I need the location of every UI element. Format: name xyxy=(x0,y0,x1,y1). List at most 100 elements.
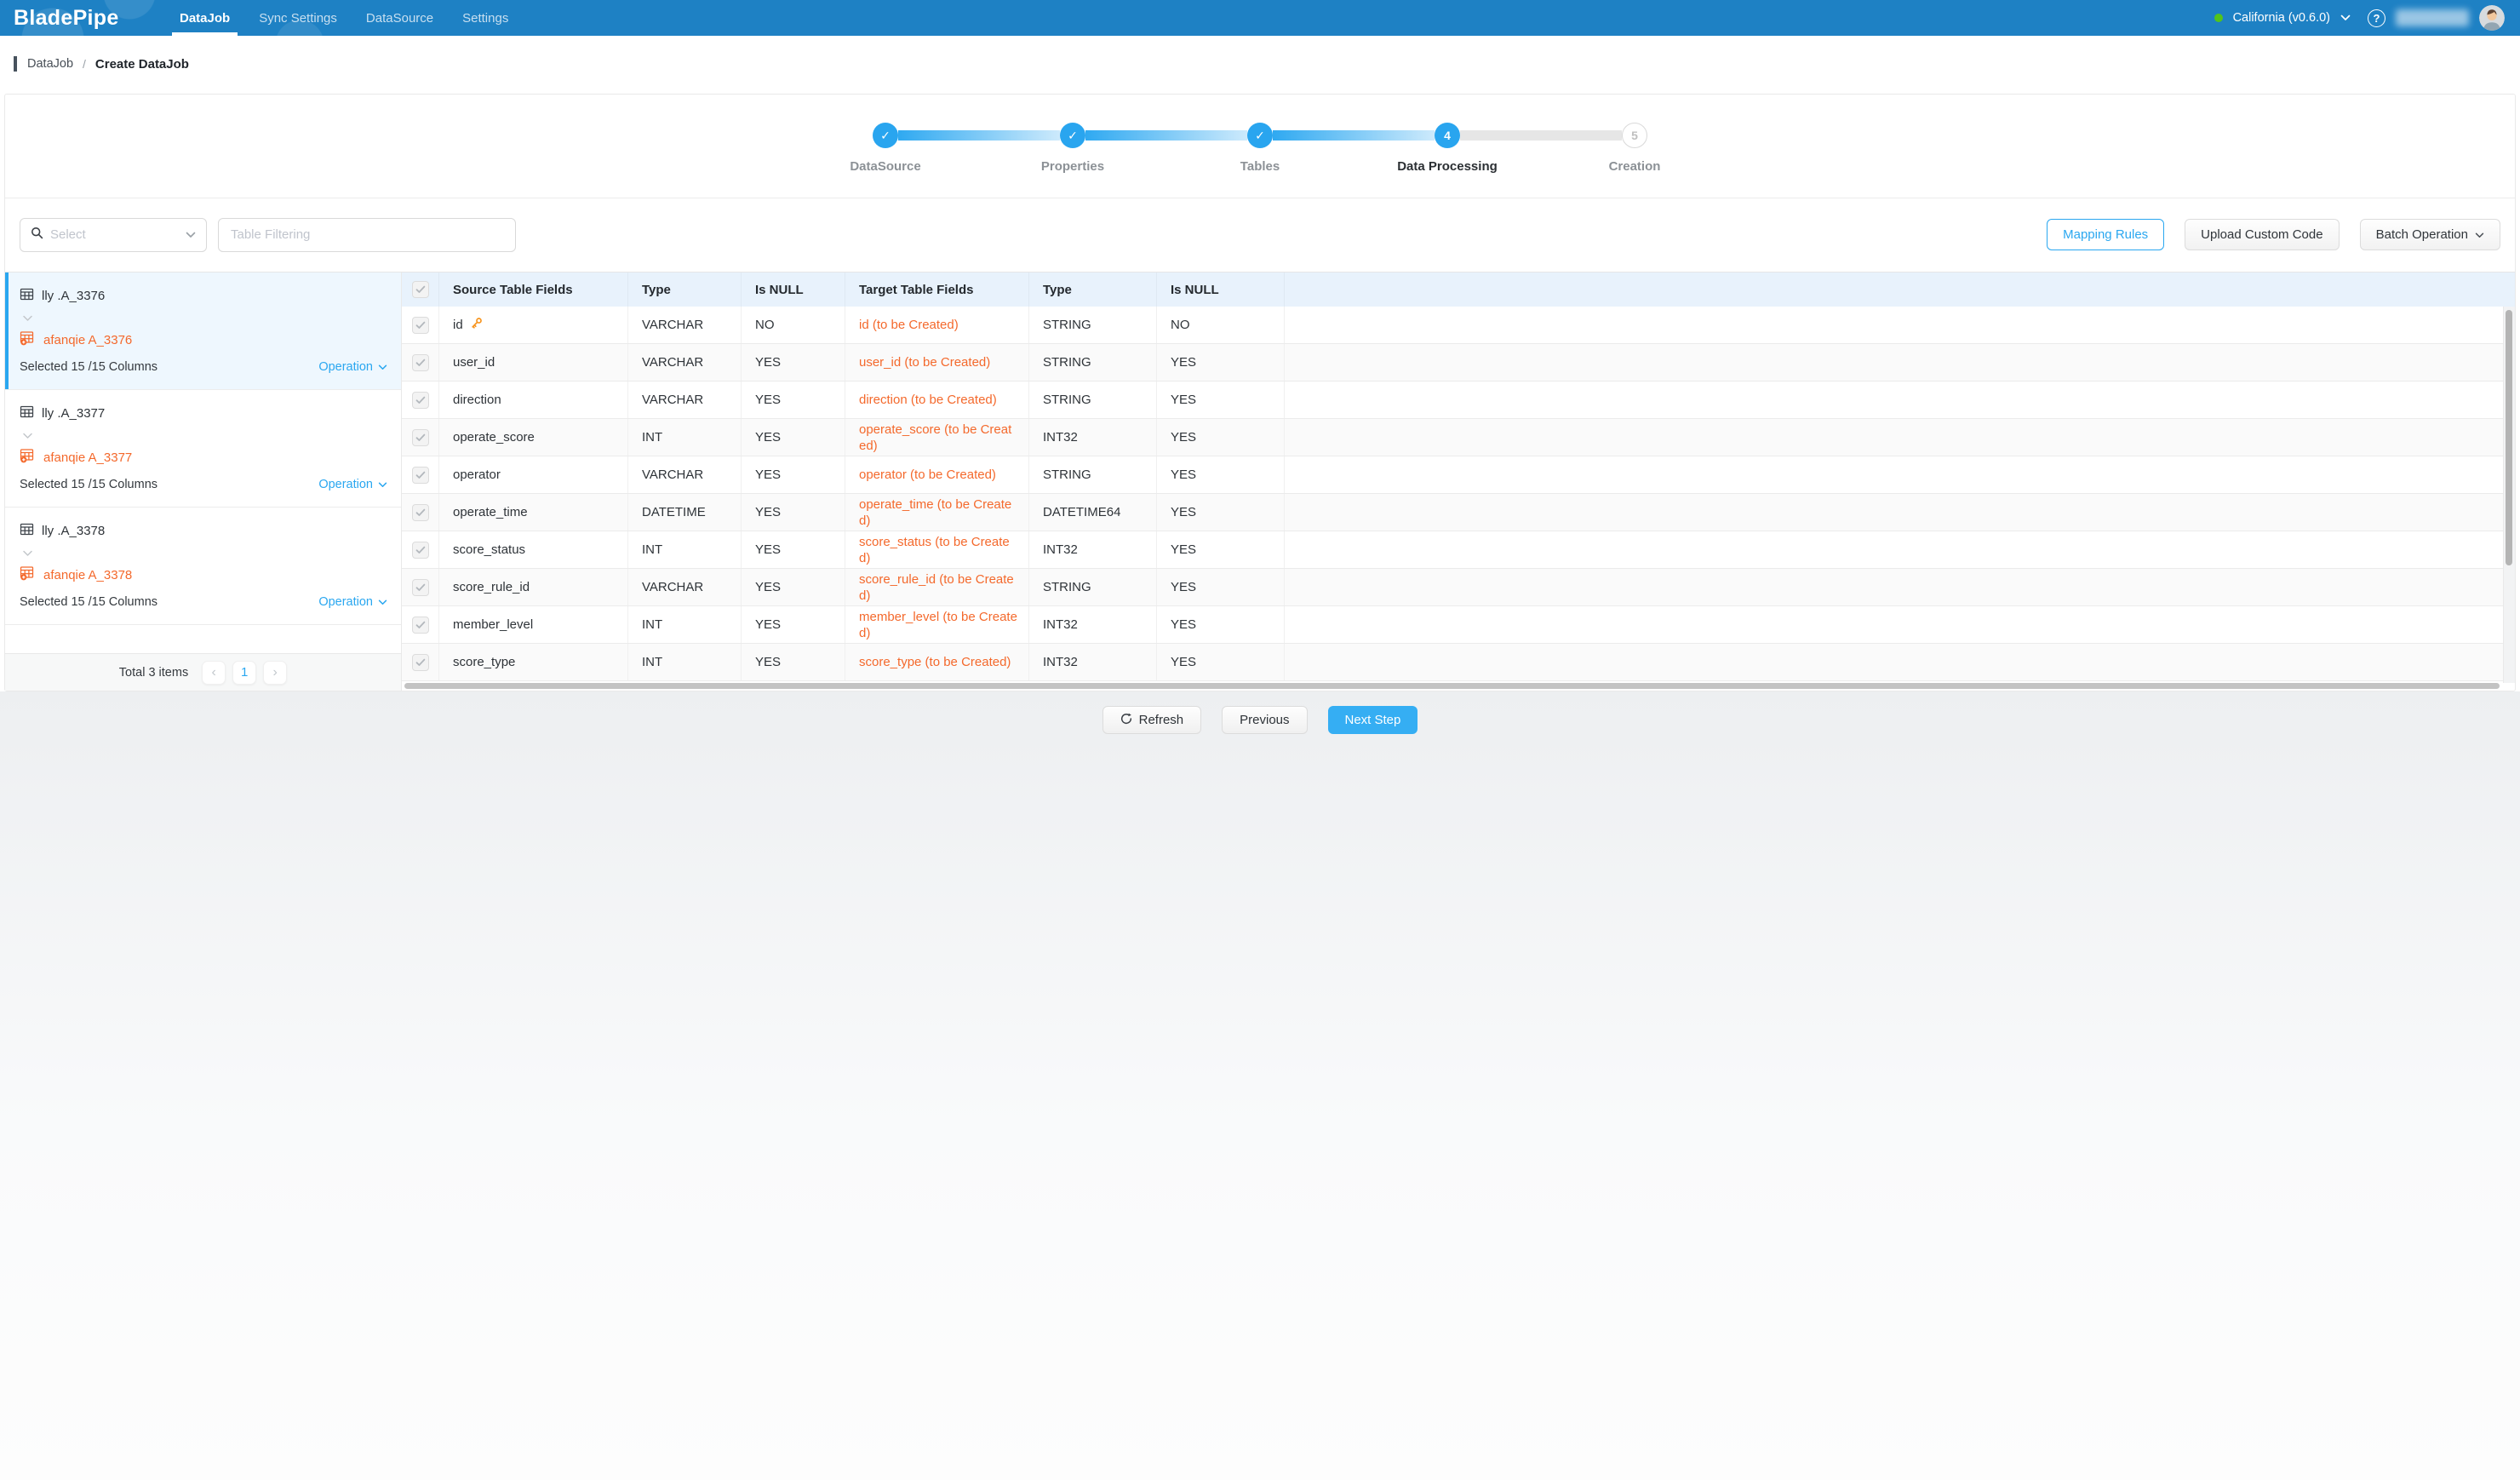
primary-key-icon xyxy=(470,317,483,333)
column-header-target-table-fields: Target Table Fields xyxy=(845,272,1029,307)
table-select-dropdown[interactable]: Select xyxy=(20,218,207,252)
target-null-cell: YES xyxy=(1157,381,1285,418)
target-null-cell: YES xyxy=(1157,606,1285,643)
search-icon xyxy=(31,227,43,244)
source-field-cell: member_level xyxy=(439,606,628,643)
table-pair-item[interactable]: lly .A_3377afanqie A_3377Selected 15 /15… xyxy=(5,390,401,508)
bottom-bar: Refresh Previous Next Step xyxy=(0,691,2520,1480)
map-direction-chevron-icon[interactable] xyxy=(22,311,387,326)
row-checkbox[interactable] xyxy=(412,467,429,484)
step-label-creation: Creation xyxy=(1541,159,1728,174)
table-row: idVARCHARNOid (to be Created)STRINGNO xyxy=(402,307,2515,344)
step-connector xyxy=(1273,130,1435,141)
table-filter-input[interactable] xyxy=(218,218,516,252)
region-selector[interactable]: California (v0.6.0) xyxy=(2233,11,2330,25)
page-next-button[interactable]: › xyxy=(263,661,287,685)
nav-tab-settings[interactable]: Settings xyxy=(448,0,523,36)
select-all-checkbox[interactable] xyxy=(412,281,429,298)
navbar: BladePipe DataJobSync SettingsDataSource… xyxy=(0,0,2520,36)
table-row: operatorVARCHARYESoperator (to be Create… xyxy=(402,456,2515,494)
target-type-cell: STRING xyxy=(1029,307,1157,343)
row-checkbox[interactable] xyxy=(412,542,429,559)
row-checkbox[interactable] xyxy=(412,392,429,409)
table-row: operate_scoreINTYESoperate_score (to be … xyxy=(402,419,2515,456)
table-pair-item[interactable]: lly .A_3376afanqie A_3376Selected 15 /15… xyxy=(5,272,401,390)
vertical-scrollbar[interactable] xyxy=(2506,310,2512,565)
step-number: 5 xyxy=(1622,123,1647,148)
refresh-button[interactable]: Refresh xyxy=(1102,706,1202,734)
upload-custom-code-button[interactable]: Upload Custom Code xyxy=(2185,219,2339,250)
map-direction-chevron-icon[interactable] xyxy=(22,428,387,444)
source-type-cell: INT xyxy=(628,644,742,680)
checkbox-cell xyxy=(402,344,439,381)
target-null-cell: YES xyxy=(1157,531,1285,568)
step-label-datasource: DataSource xyxy=(792,159,979,174)
target-null-cell: YES xyxy=(1157,344,1285,381)
source-table-icon xyxy=(20,287,34,305)
checkbox-cell xyxy=(402,494,439,531)
selected-columns-count: Selected 15 /15 Columns xyxy=(20,478,158,491)
row-checkbox[interactable] xyxy=(412,354,429,371)
checkbox-cell xyxy=(402,569,439,605)
step-connector xyxy=(1085,130,1247,141)
nav-tab-datasource[interactable]: DataSource xyxy=(352,0,448,36)
stepper-labels: DataSourcePropertiesTablesData Processin… xyxy=(873,159,1647,176)
refresh-icon xyxy=(1120,713,1132,728)
row-checkbox[interactable] xyxy=(412,654,429,671)
toolbar: Select Mapping Rules Upload Custom Code … xyxy=(5,198,2515,271)
operation-dropdown[interactable]: Operation xyxy=(318,360,387,374)
table-row: member_levelINTYESmember_level (to be Cr… xyxy=(402,606,2515,644)
source-null-cell: YES xyxy=(742,606,845,643)
map-direction-chevron-icon[interactable] xyxy=(22,546,387,561)
target-type-cell: STRING xyxy=(1029,381,1157,418)
target-field-cell: direction (to be Created) xyxy=(845,381,1029,418)
step-check-icon: ✓ xyxy=(1247,123,1273,148)
step-number: 4 xyxy=(1435,123,1460,148)
mapping-rules-button[interactable]: Mapping Rules xyxy=(2047,219,2164,250)
step-check-icon: ✓ xyxy=(1060,123,1085,148)
breadcrumb-accent-bar xyxy=(14,56,17,72)
nav-tabs: DataJobSync SettingsDataSourceSettings xyxy=(165,0,523,36)
breadcrumb: DataJob / Create DataJob xyxy=(0,36,2520,92)
refresh-label: Refresh xyxy=(1139,713,1184,727)
target-null-cell: YES xyxy=(1157,494,1285,531)
nav-tab-sync-settings[interactable]: Sync Settings xyxy=(244,0,352,36)
horizontal-scrollbar[interactable] xyxy=(404,683,2500,689)
help-icon[interactable]: ? xyxy=(2368,9,2385,27)
batch-operation-button[interactable]: Batch Operation xyxy=(2360,219,2500,250)
operation-dropdown[interactable]: Operation xyxy=(318,478,387,491)
row-checkbox[interactable] xyxy=(412,617,429,634)
target-null-cell: YES xyxy=(1157,644,1285,680)
previous-button[interactable]: Previous xyxy=(1222,706,1307,734)
source-field-name: user_id xyxy=(453,355,495,370)
source-field-cell: score_type xyxy=(439,644,628,680)
nav-tab-datajob[interactable]: DataJob xyxy=(165,0,244,36)
field-table-body: idVARCHARNOid (to be Created)STRINGNO use… xyxy=(402,307,2515,681)
checkbox-cell xyxy=(402,644,439,680)
source-type-cell: VARCHAR xyxy=(628,569,742,605)
row-checkbox[interactable] xyxy=(412,429,429,446)
page-prev-button[interactable]: ‹ xyxy=(202,661,226,685)
row-checkbox[interactable] xyxy=(412,317,429,334)
row-checkbox[interactable] xyxy=(412,504,429,521)
table-list-sidebar: lly .A_3376afanqie A_3376Selected 15 /15… xyxy=(5,272,402,691)
row-checkbox[interactable] xyxy=(412,579,429,596)
source-type-cell: INT xyxy=(628,531,742,568)
breadcrumb-parent[interactable]: DataJob xyxy=(27,57,73,71)
source-type-cell: VARCHAR xyxy=(628,344,742,381)
source-null-cell: YES xyxy=(742,494,845,531)
source-type-cell: VARCHAR xyxy=(628,381,742,418)
field-table-header: Source Table FieldsTypeIs NULLTarget Tab… xyxy=(402,272,2515,307)
source-field-name: direction xyxy=(453,393,501,407)
avatar[interactable] xyxy=(2479,5,2505,31)
target-null-cell: YES xyxy=(1157,419,1285,456)
chevron-down-icon[interactable] xyxy=(2340,10,2351,26)
checkbox-cell xyxy=(402,456,439,493)
page-number-button[interactable]: 1 xyxy=(232,661,256,685)
table-list-footer: Total 3 items ‹ 1 › xyxy=(5,653,401,691)
target-null-cell: NO xyxy=(1157,307,1285,343)
table-pair-item[interactable]: lly .A_3378afanqie A_3378Selected 15 /15… xyxy=(5,508,401,625)
operation-dropdown[interactable]: Operation xyxy=(318,595,387,609)
column-header-type: Type xyxy=(628,272,742,307)
next-step-button[interactable]: Next Step xyxy=(1328,706,1418,734)
